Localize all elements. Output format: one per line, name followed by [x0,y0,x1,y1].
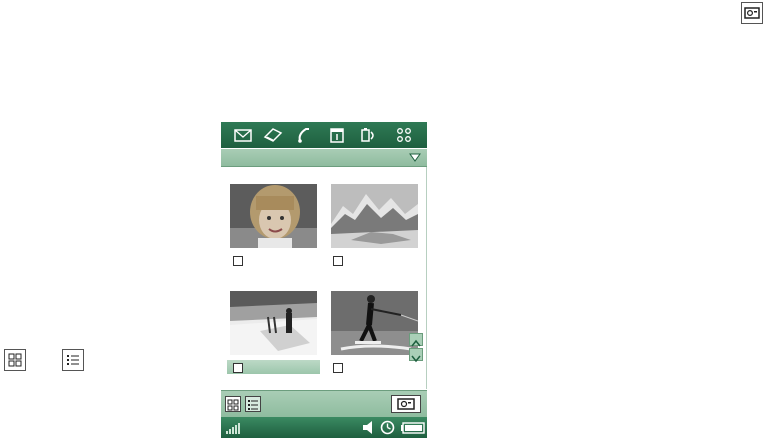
photo-waterskier[interactable] [331,291,418,355]
battery-icon [401,422,425,434]
calendar-button[interactable] [326,126,348,144]
content-border [426,167,427,389]
chevron-down-icon [411,355,421,363]
notes-button[interactable] [262,126,284,144]
camera-button[interactable] [391,395,421,413]
calendar-icon [330,128,344,143]
thumbnail-view-button[interactable] [225,396,241,412]
thumbnail-view-icon [8,353,22,367]
media-icon [361,128,374,142]
folder-selector-bar[interactable] [221,149,427,167]
notes-icon [263,128,283,142]
scroll-down-button[interactable] [409,348,423,363]
list-view-icon [248,400,258,410]
chevron-down-icon[interactable] [409,153,421,162]
thumbnail-view-icon [227,399,239,411]
apps-grid-button[interactable] [393,126,415,144]
camera-icon [744,7,760,19]
mail-button[interactable] [232,126,254,144]
phone-screen [221,122,427,438]
photo-girl[interactable] [230,184,317,248]
list-view-button-external[interactable] [62,349,84,371]
scroll-up-button[interactable] [409,333,423,347]
select-checkbox-photo-girl[interactable] [233,256,243,266]
phone-icon [298,128,309,143]
list-view-icon [67,355,79,365]
photo-mountains[interactable] [331,184,418,248]
apps-grid-icon [397,128,411,142]
status-bar [221,417,427,438]
select-checkbox-photo-skier[interactable] [233,363,243,373]
mail-icon [234,129,252,142]
photo-skier[interactable] [230,291,317,355]
list-view-button[interactable] [245,396,261,412]
thumbnail-view-button-external[interactable] [4,349,26,371]
phone-button[interactable] [294,126,316,144]
signal-icon [226,423,240,434]
select-checkbox-photo-waterskier[interactable] [333,363,343,373]
app-launcher-bar [221,122,427,148]
camera-icon-external[interactable] [741,2,763,24]
speaker-icon[interactable] [361,420,375,435]
camera-icon [397,398,415,410]
media-button[interactable] [358,126,380,144]
view-toolbar [221,390,427,417]
select-checkbox-photo-mountains[interactable] [333,256,343,266]
gallery-grid [221,167,427,389]
clock-icon[interactable] [380,420,395,435]
